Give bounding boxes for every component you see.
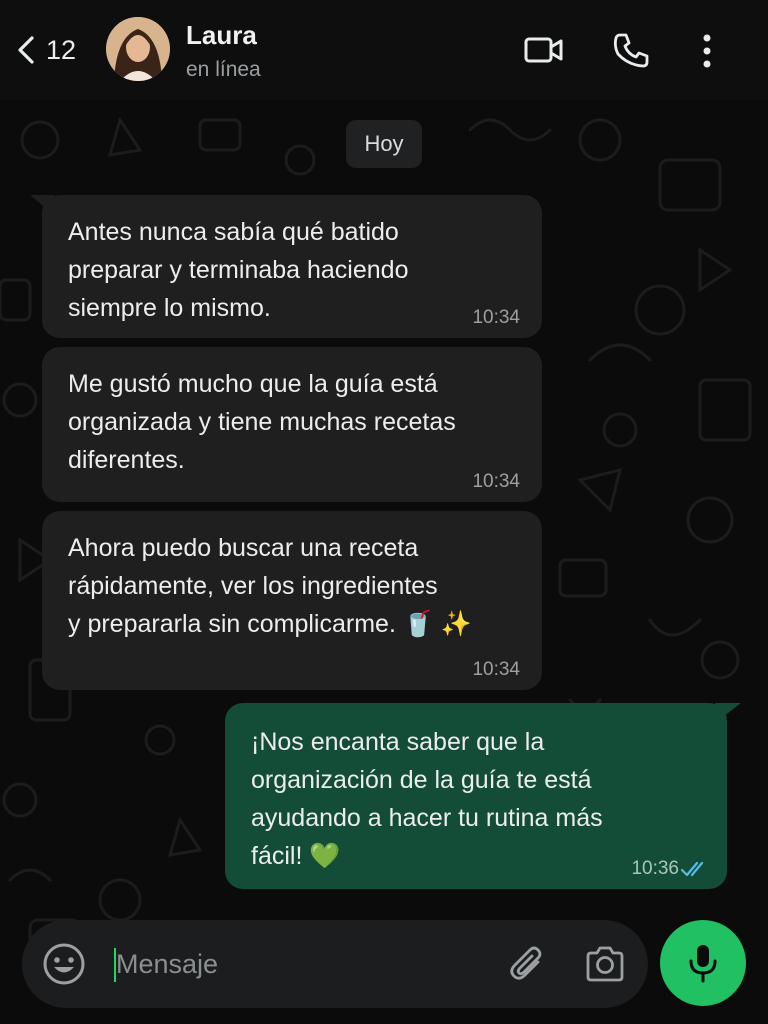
camera-icon[interactable] (584, 944, 626, 984)
contact-status: en línea (186, 58, 261, 81)
avatar-image (106, 17, 170, 81)
chevron-left-icon (18, 36, 34, 64)
voice-message-button[interactable] (660, 920, 746, 1006)
chat-header: 12 Laura en línea (0, 0, 768, 100)
contact-avatar[interactable] (106, 17, 170, 81)
phone-icon[interactable] (612, 32, 650, 70)
more-vertical-icon[interactable] (700, 34, 714, 68)
message-input[interactable] (116, 940, 486, 988)
read-receipt-icon (681, 861, 704, 877)
message-text: ¡Nos encanta saber que la organización d… (251, 728, 603, 870)
message-composer (22, 920, 648, 1008)
emoji-icon[interactable] (42, 942, 86, 986)
message-text: Me gustó mucho que la guía está organiza… (68, 370, 456, 474)
microphone-icon (689, 945, 717, 983)
message-time: 10:34 (472, 307, 520, 328)
video-call-icon[interactable] (524, 35, 564, 65)
message-text: Ahora puedo buscar una receta rápidament… (68, 534, 473, 638)
incoming-message[interactable]: Antes nunca sabía qué batido preparar y … (42, 195, 542, 338)
outgoing-message[interactable]: ¡Nos encanta saber que la organización d… (225, 703, 727, 889)
back-button[interactable]: 12 (14, 30, 76, 70)
contact-name[interactable]: Laura (186, 20, 257, 51)
message-time: 10:36 (631, 858, 679, 879)
message-time: 10:34 (472, 471, 520, 492)
message-time: 10:34 (472, 659, 520, 680)
date-separator: Hoy (346, 120, 422, 168)
message-text: Antes nunca sabía qué batido preparar y … (68, 218, 409, 322)
incoming-message[interactable]: Me gustó mucho que la guía está organiza… (42, 347, 542, 502)
unread-count: 12 (46, 34, 77, 65)
paperclip-icon[interactable] (508, 944, 548, 984)
incoming-message[interactable]: Ahora puedo buscar una receta rápidament… (42, 511, 542, 690)
